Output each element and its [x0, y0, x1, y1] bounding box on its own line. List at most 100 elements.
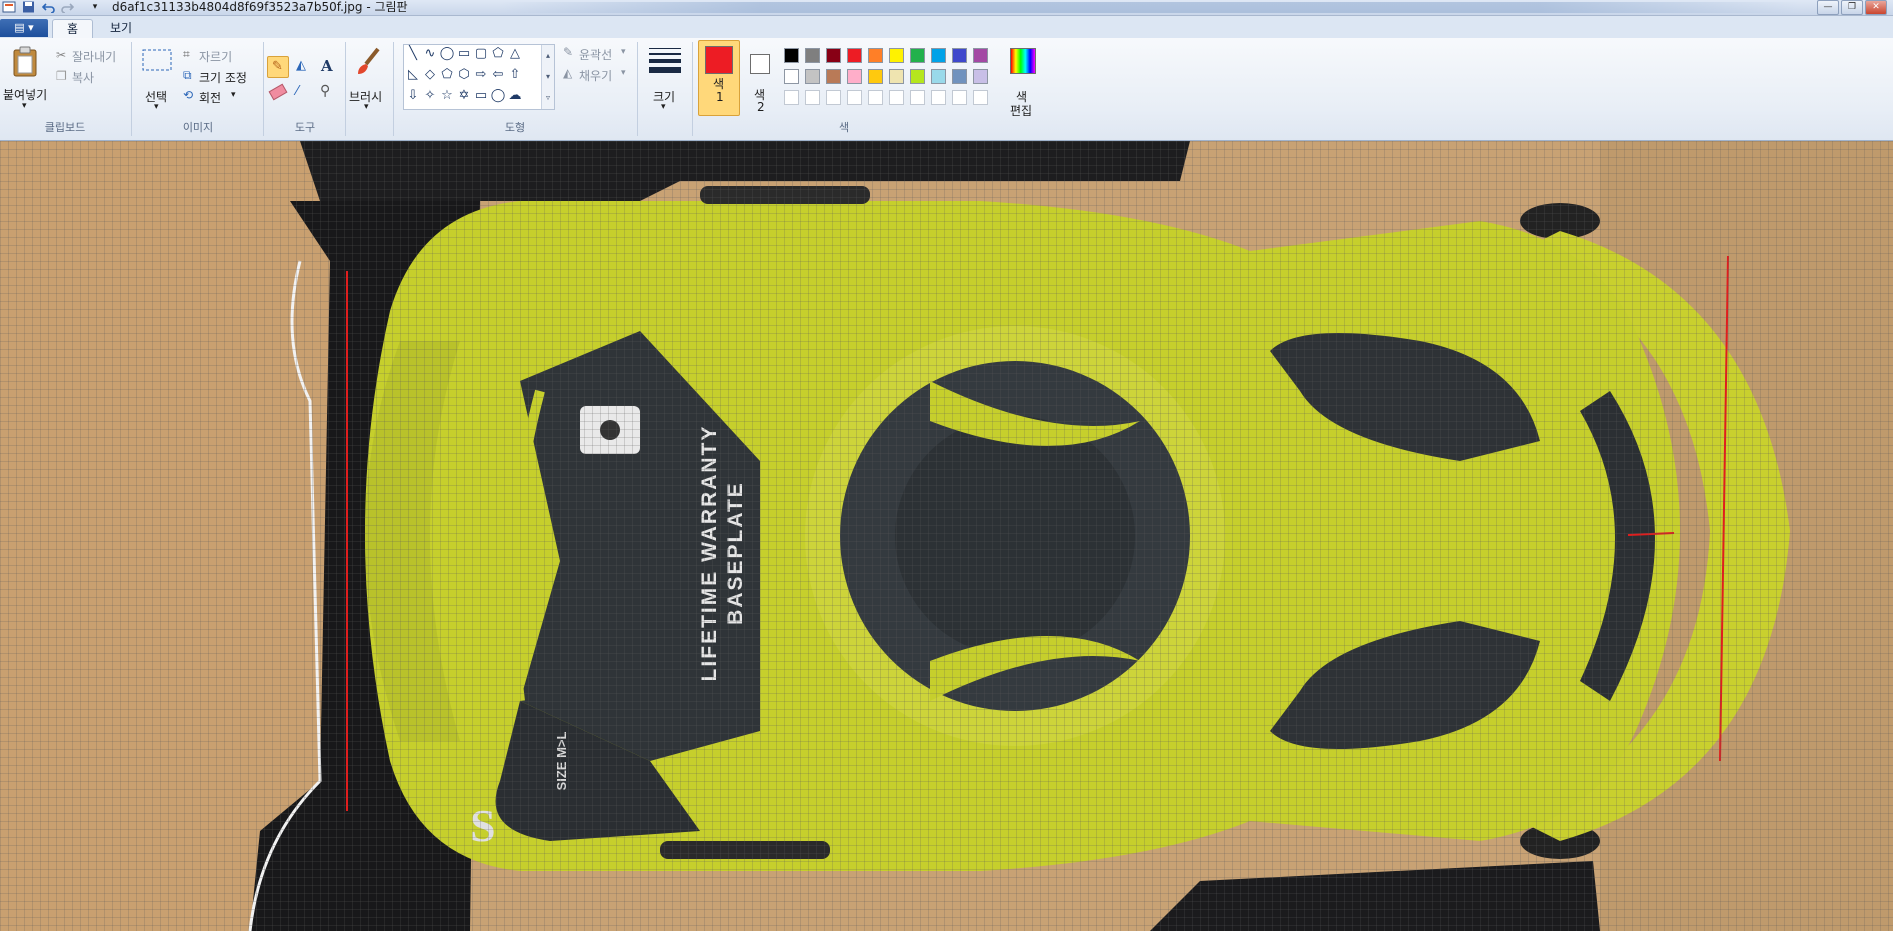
select-button[interactable]: 선택 ▾	[139, 42, 177, 114]
outline-button[interactable]: ✎ 윤곽선 ▾	[563, 45, 633, 62]
eraser-icon	[268, 83, 288, 101]
color1-button[interactable]: 색 1	[698, 40, 740, 116]
callout-oval-shape-icon[interactable]: ◯	[490, 88, 506, 104]
triangle-shape-icon[interactable]: △	[507, 46, 523, 62]
palette-swatch[interactable]	[931, 48, 946, 63]
palette-swatch[interactable]	[973, 48, 988, 63]
edit-colors-button[interactable]: 색 편집	[1002, 42, 1042, 118]
line-shape-icon[interactable]: ╲	[405, 46, 421, 62]
palette-swatch-empty[interactable]	[910, 90, 925, 105]
minimize-button[interactable]: —	[1817, 0, 1839, 15]
palette-swatch[interactable]	[910, 48, 925, 63]
palette-swatch-empty[interactable]	[826, 90, 841, 105]
size-button[interactable]: 크기 ▾	[643, 42, 687, 114]
palette-swatch[interactable]	[826, 48, 841, 63]
ribbon-separator	[393, 42, 394, 136]
eraser-tool[interactable]	[267, 82, 289, 104]
magnifier-icon: ⚲	[320, 83, 331, 99]
tab-view[interactable]: 보기	[96, 19, 146, 38]
paste-dropdown-icon: ▾	[22, 101, 27, 111]
palette-swatch[interactable]	[973, 69, 988, 84]
pencil-tool[interactable]: ✎	[267, 56, 289, 78]
color2-number: 2	[757, 100, 765, 114]
right-arrow-shape-icon[interactable]: ⇨	[473, 67, 489, 83]
undo-icon[interactable]	[41, 1, 56, 14]
palette-swatch[interactable]	[910, 69, 925, 84]
line-thickness-icon	[649, 48, 681, 73]
magnifier-tool[interactable]: ⚲	[317, 82, 337, 104]
shapes-scrollbar[interactable]: ▴ ▾ ▿	[541, 45, 554, 109]
hexagon-shape-icon[interactable]: ⬡	[456, 67, 472, 83]
resize-button[interactable]: ⧉ 크기 조정	[183, 68, 263, 85]
pentagon-shape-icon[interactable]: ⬠	[439, 67, 455, 83]
image-group-label: 이미지	[182, 121, 214, 134]
palette-swatch-empty[interactable]	[931, 90, 946, 105]
four-point-star-shape-icon[interactable]: ✧	[422, 88, 438, 104]
palette-swatch[interactable]	[952, 48, 967, 63]
tab-home[interactable]: 홈	[52, 19, 94, 39]
palette-swatch[interactable]	[868, 69, 883, 84]
palette-swatch[interactable]	[868, 48, 883, 63]
crop-button[interactable]: ⌗ 자르기	[183, 47, 261, 64]
brushes-button[interactable]: 브러시 ▾	[347, 42, 389, 114]
palette-swatch-empty[interactable]	[868, 90, 883, 105]
palette-swatch[interactable]	[805, 69, 820, 84]
palette-swatch[interactable]	[931, 69, 946, 84]
drawing-canvas[interactable]: LIFETIME WARRANTY BASEPLATE SIZE M>L S	[0, 141, 1893, 931]
up-arrow-shape-icon[interactable]: ⇧	[507, 67, 523, 83]
palette-swatch-empty[interactable]	[952, 90, 967, 105]
rectangle-shape-icon[interactable]: ▭	[456, 46, 472, 62]
left-arrow-shape-icon[interactable]: ⇦	[490, 67, 506, 83]
right-triangle-shape-icon[interactable]: ◺	[405, 67, 421, 83]
color1-number: 1	[716, 90, 724, 104]
rainbow-icon	[1010, 48, 1036, 74]
curve-shape-icon[interactable]: ∿	[422, 46, 438, 62]
cut-button[interactable]: ✂ 잘라내기	[56, 48, 126, 64]
close-button[interactable]: ✕	[1865, 0, 1887, 15]
redo-icon[interactable]	[60, 1, 75, 14]
palette-swatch[interactable]	[889, 48, 904, 63]
app-icon[interactable]	[2, 1, 16, 13]
maximize-button[interactable]: ❐	[1841, 0, 1863, 15]
palette-swatch[interactable]	[889, 69, 904, 84]
paste-button[interactable]: 붙여넣기 ▾	[2, 42, 50, 114]
rounded-rectangle-shape-icon[interactable]: ▢	[473, 46, 489, 62]
save-icon[interactable]	[22, 1, 36, 13]
diamond-shape-icon[interactable]: ◇	[422, 67, 438, 83]
palette-swatch[interactable]	[847, 69, 862, 84]
pencil-icon: ✎	[272, 59, 283, 74]
palette-swatch[interactable]	[952, 69, 967, 84]
down-arrow-shape-icon[interactable]: ⇩	[405, 88, 421, 104]
palette-swatch[interactable]	[784, 69, 799, 84]
resize-label: 크기 조정	[199, 71, 247, 85]
five-point-star-shape-icon[interactable]: ☆	[439, 88, 455, 104]
ribbon-tab-row: ▤ ▾ 홈 보기	[0, 16, 1893, 39]
polygon-shape-icon[interactable]: ⬠	[490, 46, 506, 62]
palette-swatch[interactable]	[805, 48, 820, 63]
quick-access-dropdown-icon[interactable]: ▾	[88, 1, 102, 13]
file-menu-button[interactable]: ▤ ▾	[0, 19, 48, 37]
copy-icon: ❐	[56, 69, 67, 83]
text-tool[interactable]: A	[317, 56, 337, 78]
palette-swatch-empty[interactable]	[889, 90, 904, 105]
window-title: d6af1c31133b4804d8f69f3523a7b50f.jpg - 그…	[112, 0, 408, 14]
rotate-button[interactable]: ⟲ 회전 ▾	[183, 88, 253, 105]
palette-swatch-empty[interactable]	[805, 90, 820, 105]
fill-tool[interactable]: ◭	[293, 56, 313, 78]
palette-swatch-empty[interactable]	[973, 90, 988, 105]
oval-shape-icon[interactable]: ◯	[439, 46, 455, 62]
six-point-star-shape-icon[interactable]: ✡	[456, 88, 472, 104]
callout-cloud-shape-icon[interactable]: ☁	[507, 88, 523, 104]
palette-swatch[interactable]	[847, 48, 862, 63]
photo-image: LIFETIME WARRANTY BASEPLATE SIZE M>L S	[0, 141, 1893, 931]
color2-button[interactable]: 색 2	[744, 40, 778, 116]
color-picker-tool[interactable]: ⁄	[293, 82, 313, 104]
palette-swatch[interactable]	[826, 69, 841, 84]
palette-swatch[interactable]	[784, 48, 799, 63]
fill-button[interactable]: ◭ 채우기 ▾	[563, 66, 633, 83]
brushes-group: 브러시 ▾	[347, 38, 391, 138]
callout-rect-shape-icon[interactable]: ▭	[473, 88, 489, 104]
palette-swatch-empty[interactable]	[784, 90, 799, 105]
palette-swatch-empty[interactable]	[847, 90, 862, 105]
copy-button[interactable]: ❐ 복사	[56, 69, 116, 85]
